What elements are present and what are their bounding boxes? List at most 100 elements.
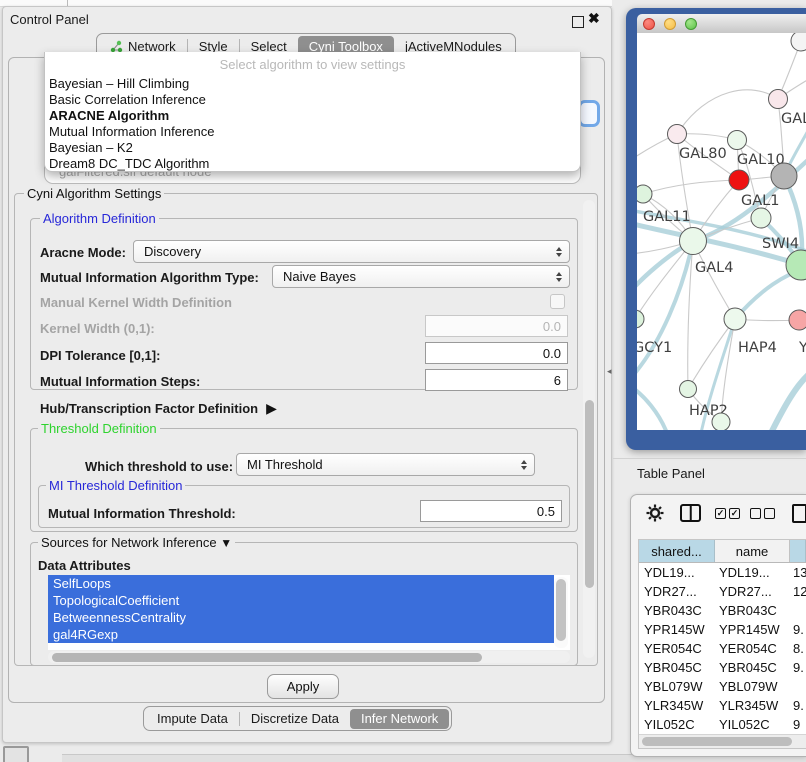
table-cell: YLR345W — [639, 698, 715, 713]
column-header-partial[interactable] — [790, 540, 806, 562]
table-row[interactable]: YDL19...YDL19...13 — [639, 563, 806, 582]
column-header-shared-name[interactable]: shared... — [639, 540, 715, 562]
minimize-traffic-light-icon[interactable] — [664, 18, 676, 30]
settings-hscrollbar-thumb[interactable] — [52, 653, 482, 662]
node-table: shared... name YDL19...YDL19...13YDR27..… — [638, 539, 806, 749]
table-hscrollbar-thumb[interactable] — [642, 737, 792, 746]
threshold-definition-legend: Threshold Definition — [38, 422, 160, 435]
aracne-mode-label: Aracne Mode: — [40, 245, 126, 260]
mi-steps-input[interactable]: 6 — [425, 369, 568, 391]
apply-button[interactable]: Apply — [267, 674, 339, 699]
hub-definition-expander[interactable]: Hub/Transcription Factor Definition ▶ — [40, 400, 277, 417]
network-window-titlebar[interactable] — [637, 14, 806, 34]
mi-type-combo[interactable]: Naive Bayes — [272, 265, 570, 288]
split-columns-icon[interactable] — [680, 504, 701, 522]
dropdown-item[interactable]: ARACNE Algorithm — [45, 108, 580, 124]
attributes-scrollbar-thumb[interactable] — [556, 579, 566, 641]
table-row[interactable]: YBR043CYBR043C — [639, 601, 806, 620]
settings-scrollbar-thumb[interactable] — [585, 400, 594, 588]
dropdown-item[interactable]: Bayesian – K2 — [45, 140, 580, 156]
table-row[interactable]: YIL052CYIL052C9 — [639, 715, 806, 734]
dpi-tolerance-input[interactable]: 0.0 — [425, 342, 568, 364]
select-all-checks-button[interactable]: ✓ ✓ — [715, 508, 740, 519]
close-icon[interactable]: ✖ — [588, 10, 600, 27]
mi-steps-value: 6 — [554, 373, 561, 388]
attribute-list-item[interactable]: SelfLoops — [48, 575, 554, 592]
table-row[interactable]: YER054CYER054C8. — [639, 639, 806, 658]
table-cell: YIL052C — [639, 717, 715, 732]
table-panel-divider — [613, 458, 806, 459]
kernel-width-input[interactable]: 0.0 — [425, 315, 568, 337]
focused-combo-fragment[interactable] — [578, 100, 600, 127]
settings-hscrollbar-track[interactable] — [48, 651, 570, 663]
tab-impute-data[interactable]: Impute Data — [146, 709, 239, 729]
network-edge[interactable] — [688, 319, 735, 389]
docked-panel-icon[interactable] — [3, 746, 29, 762]
float-panel-icon[interactable] — [572, 16, 584, 28]
table-row[interactable]: YDR27...YDR27...12 — [639, 582, 806, 601]
which-threshold-value: MI Threshold — [247, 457, 323, 472]
network-edge[interactable] — [677, 90, 778, 134]
network-node[interactable] — [728, 131, 747, 150]
dropdown-item[interactable]: Mutual Information Inference — [45, 124, 580, 140]
gear-icon — [646, 504, 664, 522]
splitpane-grip-icon[interactable]: ◂ — [607, 366, 612, 377]
table-cell: YER054C — [715, 641, 790, 656]
network-canvas[interactable]: GALGAL80GAL10GAL1GAL11SWI4GAL4GCY1HAP4YH… — [637, 33, 806, 430]
network-node[interactable] — [789, 310, 806, 330]
network-node[interactable] — [712, 413, 730, 430]
mi-type-label: Mutual Information Algorithm Type: — [40, 270, 259, 285]
data-attributes-list[interactable]: SelfLoopsTopologicalCoefficientBetweenne… — [48, 575, 570, 650]
table-row[interactable]: YPR145WYPR145W9. — [639, 620, 806, 639]
attributes-scrollbar-track[interactable] — [554, 577, 568, 648]
network-edge[interactable] — [637, 385, 667, 430]
table-cell: YDR27... — [639, 584, 715, 599]
network-svg[interactable]: GALGAL80GAL10GAL1GAL11SWI4GAL4GCY1HAP4YH… — [637, 33, 806, 430]
which-threshold-combo[interactable]: MI Threshold — [236, 453, 535, 476]
dropdown-item[interactable]: Bayesian – Hill Climbing — [45, 76, 580, 92]
clear-all-checks-button[interactable] — [750, 508, 775, 519]
network-edge[interactable] — [643, 180, 739, 194]
tab-discretize-data[interactable]: Discretize Data — [240, 709, 350, 729]
column-header-name[interactable]: name — [715, 540, 790, 562]
combo-arrows-icon — [556, 272, 562, 282]
table-row[interactable]: YBR045CYBR045C9. — [639, 658, 806, 677]
control-panel-title: Control Panel — [10, 12, 89, 27]
network-node[interactable] — [724, 308, 746, 330]
tab-infer-network[interactable]: Infer Network — [350, 709, 449, 729]
dropdown-item[interactable]: Basic Correlation Inference — [45, 92, 580, 108]
network-node-label: SWI4 — [762, 236, 799, 252]
network-node[interactable] — [771, 163, 797, 189]
mi-threshold-input[interactable]: 0.5 — [420, 500, 562, 522]
network-node[interactable] — [680, 381, 697, 398]
attribute-list-item[interactable]: BetweennessCentrality — [48, 609, 554, 626]
sources-legend[interactable]: Sources for Network Inference ▼ — [38, 536, 235, 550]
settings-scrollbar-track[interactable] — [583, 200, 595, 658]
network-node[interactable] — [751, 208, 771, 228]
network-node[interactable] — [668, 125, 687, 144]
table-hscrollbar-track[interactable] — [639, 734, 806, 748]
network-node[interactable] — [729, 170, 749, 190]
network-node-label: GAL1 — [741, 193, 779, 209]
apply-button-label: Apply — [287, 679, 320, 694]
new-table-icon[interactable] — [792, 504, 806, 523]
dropdown-item[interactable]: Dream8 DC_TDC Algorithm — [45, 156, 580, 172]
manual-kernel-checkbox[interactable] — [550, 294, 565, 309]
unchecked-box-icon — [750, 508, 761, 519]
network-node[interactable] — [637, 310, 644, 328]
network-node[interactable] — [637, 185, 652, 203]
network-node[interactable] — [769, 90, 788, 109]
table-header-row: shared... name — [639, 540, 806, 563]
table-settings-button[interactable] — [646, 504, 664, 525]
expand-arrow-icon: ▶ — [266, 400, 277, 417]
network-node[interactable] — [680, 228, 707, 255]
aracne-mode-combo[interactable]: Discovery — [133, 240, 570, 263]
zoom-traffic-light-icon[interactable] — [685, 18, 697, 30]
close-traffic-light-icon[interactable] — [643, 18, 655, 30]
attribute-list-item[interactable]: gal4RGexp — [48, 626, 554, 643]
table-row[interactable]: YBL079WYBL079W — [639, 677, 806, 696]
network-edge[interactable] — [771, 374, 806, 430]
attribute-list-item[interactable]: TopologicalCoefficient — [48, 592, 554, 609]
network-node[interactable] — [791, 33, 806, 51]
table-row[interactable]: YLR345WYLR345W9. — [639, 696, 806, 715]
